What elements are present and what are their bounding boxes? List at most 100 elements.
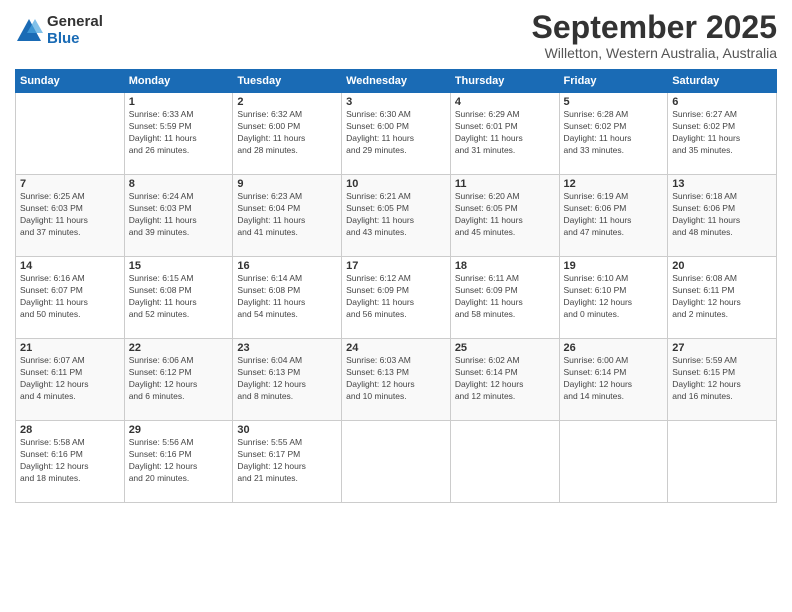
header-thursday: Thursday [450,70,559,93]
calendar-cell [668,421,777,503]
day-content: Sunrise: 6:30 AMSunset: 6:00 PMDaylight:… [346,109,446,157]
day-number: 21 [20,342,120,354]
day-content: Sunrise: 6:06 AMSunset: 6:12 PMDaylight:… [129,355,229,403]
day-content: Sunrise: 6:19 AMSunset: 6:06 PMDaylight:… [564,191,664,239]
logo: General Blue [15,14,103,47]
calendar-cell: 5Sunrise: 6:28 AMSunset: 6:02 PMDaylight… [559,93,668,175]
day-content: Sunrise: 6:21 AMSunset: 6:05 PMDaylight:… [346,191,446,239]
calendar-cell: 29Sunrise: 5:56 AMSunset: 6:16 PMDayligh… [124,421,233,503]
calendar-cell: 6Sunrise: 6:27 AMSunset: 6:02 PMDaylight… [668,93,777,175]
day-number: 22 [129,342,229,354]
day-number: 23 [237,342,337,354]
day-content: Sunrise: 6:04 AMSunset: 6:13 PMDaylight:… [237,355,337,403]
day-number: 2 [237,96,337,108]
day-number: 13 [672,178,772,190]
calendar-cell: 18Sunrise: 6:11 AMSunset: 6:09 PMDayligh… [450,257,559,339]
calendar-cell: 21Sunrise: 6:07 AMSunset: 6:11 PMDayligh… [16,339,125,421]
day-number: 7 [20,178,120,190]
day-content: Sunrise: 6:10 AMSunset: 6:10 PMDaylight:… [564,273,664,321]
calendar-cell: 27Sunrise: 5:59 AMSunset: 6:15 PMDayligh… [668,339,777,421]
calendar-cell: 19Sunrise: 6:10 AMSunset: 6:10 PMDayligh… [559,257,668,339]
logo-blue-label: Blue [47,31,103,48]
day-number: 10 [346,178,446,190]
calendar-cell: 22Sunrise: 6:06 AMSunset: 6:12 PMDayligh… [124,339,233,421]
calendar-cell: 14Sunrise: 6:16 AMSunset: 6:07 PMDayligh… [16,257,125,339]
calendar-cell: 17Sunrise: 6:12 AMSunset: 6:09 PMDayligh… [342,257,451,339]
day-number: 5 [564,96,664,108]
calendar-cell: 15Sunrise: 6:15 AMSunset: 6:08 PMDayligh… [124,257,233,339]
day-content: Sunrise: 6:23 AMSunset: 6:04 PMDaylight:… [237,191,337,239]
day-content: Sunrise: 6:12 AMSunset: 6:09 PMDaylight:… [346,273,446,321]
day-content: Sunrise: 6:11 AMSunset: 6:09 PMDaylight:… [455,273,555,321]
day-number: 29 [129,424,229,436]
header: General Blue September 2025 Willetton, W… [15,10,777,61]
day-number: 14 [20,260,120,272]
day-number: 17 [346,260,446,272]
day-number: 6 [672,96,772,108]
day-number: 8 [129,178,229,190]
calendar-cell: 9Sunrise: 6:23 AMSunset: 6:04 PMDaylight… [233,175,342,257]
day-content: Sunrise: 5:56 AMSunset: 6:16 PMDaylight:… [129,437,229,485]
calendar-cell: 28Sunrise: 5:58 AMSunset: 6:16 PMDayligh… [16,421,125,503]
day-content: Sunrise: 6:07 AMSunset: 6:11 PMDaylight:… [20,355,120,403]
header-wednesday: Wednesday [342,70,451,93]
day-number: 20 [672,260,772,272]
day-content: Sunrise: 6:24 AMSunset: 6:03 PMDaylight:… [129,191,229,239]
header-friday: Friday [559,70,668,93]
calendar-cell: 23Sunrise: 6:04 AMSunset: 6:13 PMDayligh… [233,339,342,421]
header-saturday: Saturday [668,70,777,93]
day-content: Sunrise: 6:08 AMSunset: 6:11 PMDaylight:… [672,273,772,321]
day-content: Sunrise: 6:16 AMSunset: 6:07 PMDaylight:… [20,273,120,321]
header-sunday: Sunday [16,70,125,93]
calendar-cell: 11Sunrise: 6:20 AMSunset: 6:05 PMDayligh… [450,175,559,257]
calendar-cell: 1Sunrise: 6:33 AMSunset: 5:59 PMDaylight… [124,93,233,175]
calendar-cell: 24Sunrise: 6:03 AMSunset: 6:13 PMDayligh… [342,339,451,421]
day-content: Sunrise: 6:25 AMSunset: 6:03 PMDaylight:… [20,191,120,239]
day-number: 24 [346,342,446,354]
calendar-cell: 20Sunrise: 6:08 AMSunset: 6:11 PMDayligh… [668,257,777,339]
day-number: 12 [564,178,664,190]
calendar-table: Sunday Monday Tuesday Wednesday Thursday… [15,69,777,503]
calendar-cell: 30Sunrise: 5:55 AMSunset: 6:17 PMDayligh… [233,421,342,503]
day-content: Sunrise: 5:58 AMSunset: 6:16 PMDaylight:… [20,437,120,485]
day-content: Sunrise: 6:27 AMSunset: 6:02 PMDaylight:… [672,109,772,157]
day-content: Sunrise: 6:02 AMSunset: 6:14 PMDaylight:… [455,355,555,403]
calendar-week-4: 21Sunrise: 6:07 AMSunset: 6:11 PMDayligh… [16,339,777,421]
day-content: Sunrise: 6:18 AMSunset: 6:06 PMDaylight:… [672,191,772,239]
day-content: Sunrise: 6:03 AMSunset: 6:13 PMDaylight:… [346,355,446,403]
logo-general-label: General [47,14,103,31]
day-content: Sunrise: 6:29 AMSunset: 6:01 PMDaylight:… [455,109,555,157]
calendar-week-1: 1Sunrise: 6:33 AMSunset: 5:59 PMDaylight… [16,93,777,175]
calendar-cell [342,421,451,503]
day-number: 26 [564,342,664,354]
calendar-cell: 10Sunrise: 6:21 AMSunset: 6:05 PMDayligh… [342,175,451,257]
calendar-cell: 2Sunrise: 6:32 AMSunset: 6:00 PMDaylight… [233,93,342,175]
calendar-cell: 25Sunrise: 6:02 AMSunset: 6:14 PMDayligh… [450,339,559,421]
day-number: 25 [455,342,555,354]
day-content: Sunrise: 6:33 AMSunset: 5:59 PMDaylight:… [129,109,229,157]
day-number: 19 [564,260,664,272]
logo-text: General Blue [47,14,103,47]
logo-icon [15,17,43,45]
page: General Blue September 2025 Willetton, W… [0,0,792,612]
calendar-week-3: 14Sunrise: 6:16 AMSunset: 6:07 PMDayligh… [16,257,777,339]
calendar-cell: 13Sunrise: 6:18 AMSunset: 6:06 PMDayligh… [668,175,777,257]
header-row: Sunday Monday Tuesday Wednesday Thursday… [16,70,777,93]
calendar-cell [16,93,125,175]
month-title: September 2025 [532,10,777,45]
calendar-cell [559,421,668,503]
calendar-cell: 3Sunrise: 6:30 AMSunset: 6:00 PMDaylight… [342,93,451,175]
calendar-cell: 16Sunrise: 6:14 AMSunset: 6:08 PMDayligh… [233,257,342,339]
day-content: Sunrise: 6:15 AMSunset: 6:08 PMDaylight:… [129,273,229,321]
day-content: Sunrise: 5:59 AMSunset: 6:15 PMDaylight:… [672,355,772,403]
location-subtitle: Willetton, Western Australia, Australia [532,45,777,61]
day-number: 30 [237,424,337,436]
calendar-cell: 8Sunrise: 6:24 AMSunset: 6:03 PMDaylight… [124,175,233,257]
day-content: Sunrise: 6:32 AMSunset: 6:00 PMDaylight:… [237,109,337,157]
calendar-cell [450,421,559,503]
day-content: Sunrise: 6:14 AMSunset: 6:08 PMDaylight:… [237,273,337,321]
calendar-cell: 7Sunrise: 6:25 AMSunset: 6:03 PMDaylight… [16,175,125,257]
calendar-week-5: 28Sunrise: 5:58 AMSunset: 6:16 PMDayligh… [16,421,777,503]
day-number: 16 [237,260,337,272]
day-number: 28 [20,424,120,436]
